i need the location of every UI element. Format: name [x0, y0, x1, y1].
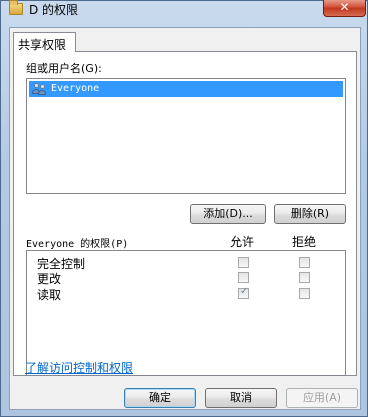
- checkbox-read-allow[interactable]: [238, 286, 249, 299]
- checkbox-read-deny[interactable]: [299, 288, 310, 299]
- list-item-everyone[interactable]: Everyone: [29, 81, 343, 97]
- folder-icon: [9, 0, 23, 15]
- checkbox-full-control-allow[interactable]: [238, 257, 249, 268]
- checkbox-change-deny[interactable]: [299, 272, 310, 283]
- dialog-window: D 的权限 ✕ 共享权限 组或用户名(G): Everyone 添加(D)...…: [0, 0, 368, 417]
- title-bar[interactable]: D 的权限 ✕: [1, 0, 367, 23]
- perm-label-read: 读取: [37, 288, 62, 302]
- tab-panel: 组或用户名(G): Everyone 添加(D)... 删除(R) Everyo…: [13, 51, 357, 376]
- cancel-button[interactable]: 取消: [205, 388, 277, 408]
- window-title: D 的权限: [29, 3, 79, 17]
- tab-share-permissions[interactable]: 共享权限: [13, 32, 76, 52]
- deny-header: 拒绝: [292, 235, 317, 249]
- apply-button[interactable]: 应用(A): [286, 388, 358, 408]
- allow-header: 允许: [230, 235, 255, 249]
- checkbox-change-allow[interactable]: [238, 272, 249, 283]
- close-button[interactable]: ✕: [323, 0, 366, 17]
- perm-label-change: 更改: [37, 272, 62, 286]
- permissions-header: Everyone 的权限(P): [26, 239, 129, 250]
- permissions-list: 完全控制 更改 读取: [26, 250, 346, 376]
- help-link[interactable]: 了解访问控制和权限: [25, 359, 133, 376]
- dialog-client-area: 共享权限 组或用户名(G): Everyone 添加(D)... 删除(R) E…: [9, 27, 361, 410]
- checkbox-full-control-deny[interactable]: [299, 257, 310, 268]
- group-user-list[interactable]: Everyone: [26, 78, 346, 194]
- user-group-icon: [32, 83, 48, 95]
- add-button[interactable]: 添加(D)...: [190, 204, 266, 224]
- list-item-label: Everyone: [51, 83, 100, 94]
- remove-button[interactable]: 删除(R): [274, 204, 346, 224]
- groups-label: 组或用户名(G):: [26, 62, 102, 75]
- ok-button[interactable]: 确定: [124, 388, 196, 408]
